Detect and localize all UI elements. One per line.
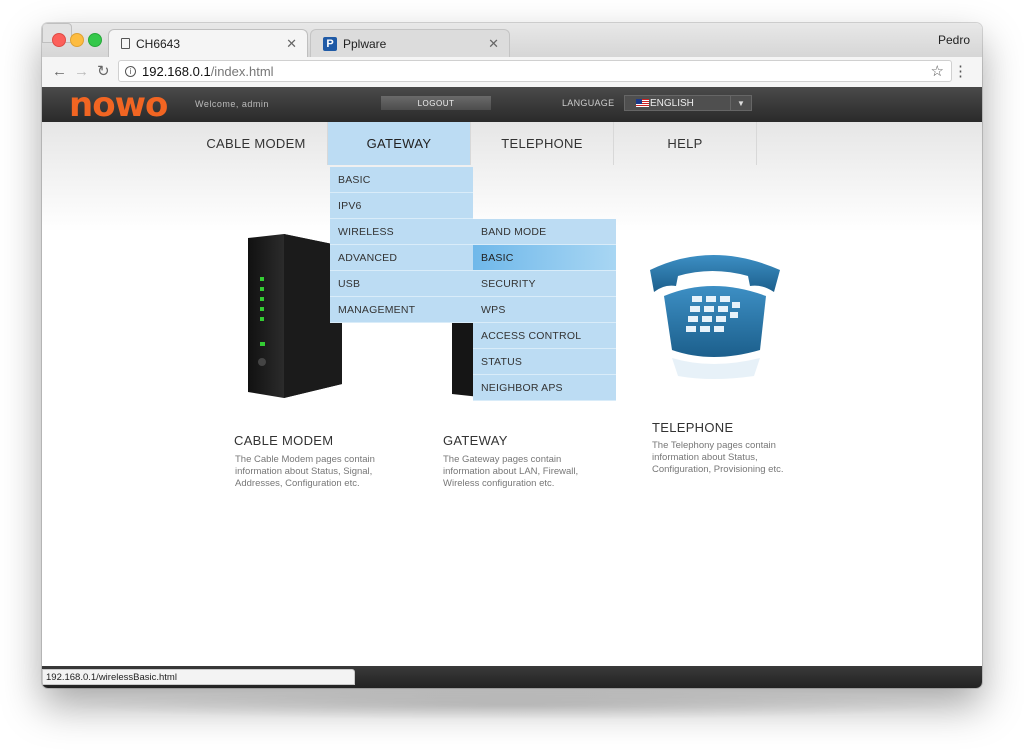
menu-cable-modem[interactable]: CABLE MODEM bbox=[185, 122, 328, 165]
cable-modem-title[interactable]: CABLE MODEM bbox=[234, 433, 333, 448]
profile-name[interactable]: Pedro bbox=[938, 33, 970, 47]
menu-kebab-icon[interactable]: ⋮ bbox=[953, 62, 968, 80]
minimize-window-button[interactable] bbox=[70, 33, 84, 47]
telephone-image bbox=[650, 255, 780, 379]
tab-pplware[interactable]: P Pplware ✕ bbox=[310, 29, 510, 57]
router-header: nowo Welcome, admin LOGOUT LANGUAGE ENGL… bbox=[42, 85, 982, 125]
chevron-down-icon[interactable]: ▼ bbox=[730, 96, 751, 110]
wireless-access-control-item[interactable]: ACCESS CONTROL bbox=[473, 323, 616, 349]
welcome-text: Welcome, admin bbox=[195, 99, 269, 109]
browser-window: CH6643 ✕ P Pplware ✕ Pedro ← → ↻ i 192.1… bbox=[42, 23, 982, 688]
browser-toolbar: ← → ↻ i 192.168.0.1 /index.html ☆ ⋮ bbox=[42, 57, 982, 88]
window-shadow bbox=[60, 690, 964, 720]
wireless-status-item[interactable]: STATUS bbox=[473, 349, 616, 375]
close-window-button[interactable] bbox=[52, 33, 66, 47]
gateway-dropdown: BASIC IPV6 WIRELESS ADVANCED USB MANAGEM… bbox=[330, 167, 473, 323]
zoom-window-button[interactable] bbox=[88, 33, 102, 47]
nowo-logo: nowo bbox=[69, 85, 168, 125]
reload-icon[interactable]: ↻ bbox=[97, 62, 110, 80]
gateway-description: The Gateway pages contain information ab… bbox=[443, 454, 579, 489]
gateway-basic-item[interactable]: BASIC bbox=[330, 167, 473, 193]
cable-modem-description: The Cable Modem pages contain informatio… bbox=[235, 454, 375, 489]
telephone-title[interactable]: TELEPHONE bbox=[652, 420, 733, 435]
tab-close-icon[interactable]: ✕ bbox=[484, 36, 499, 52]
tab-close-icon[interactable]: ✕ bbox=[282, 36, 297, 52]
address-bar[interactable]: i 192.168.0.1 /index.html bbox=[118, 60, 952, 82]
logout-button[interactable]: LOGOUT bbox=[381, 96, 491, 110]
main-menu: CABLE MODEM GATEWAY TELEPHONE HELP bbox=[185, 122, 757, 165]
tab-ch6643[interactable]: CH6643 ✕ bbox=[108, 29, 308, 57]
gateway-wireless-item[interactable]: WIRELESS bbox=[330, 219, 473, 245]
language-label: LANGUAGE bbox=[562, 98, 615, 108]
wireless-basic-item[interactable]: BASIC bbox=[473, 245, 616, 271]
bookmark-star-icon[interactable]: ☆ bbox=[931, 62, 944, 80]
gateway-ipv6-item[interactable]: IPV6 bbox=[330, 193, 473, 219]
gateway-advanced-item[interactable]: ADVANCED bbox=[330, 245, 473, 271]
wireless-wps-item[interactable]: WPS bbox=[473, 297, 616, 323]
wireless-security-item[interactable]: SECURITY bbox=[473, 271, 616, 297]
forward-arrow-icon[interactable]: → bbox=[74, 63, 89, 80]
menu-help[interactable]: HELP bbox=[614, 122, 757, 165]
info-icon[interactable]: i bbox=[125, 65, 136, 77]
page-icon bbox=[121, 38, 130, 49]
gateway-management-item[interactable]: MANAGEMENT bbox=[330, 297, 473, 323]
tab-strip: CH6643 ✕ P Pplware ✕ Pedro bbox=[42, 23, 982, 57]
url-host: 192.168.0.1 bbox=[142, 63, 211, 79]
tab-title: CH6643 bbox=[136, 36, 181, 51]
tab-title: Pplware bbox=[343, 36, 387, 51]
language-value: ENGLISH bbox=[650, 97, 694, 109]
pplware-icon: P bbox=[323, 36, 337, 51]
wireless-band-mode-item[interactable]: BAND MODE bbox=[473, 219, 616, 245]
gateway-title[interactable]: GATEWAY bbox=[443, 433, 508, 448]
url-path: /index.html bbox=[210, 63, 274, 79]
menu-gateway[interactable]: GATEWAY bbox=[328, 122, 471, 165]
wireless-neighbor-aps-item[interactable]: NEIGHBOR APS bbox=[473, 375, 616, 401]
back-arrow-icon[interactable]: ← bbox=[52, 63, 67, 80]
us-flag-icon bbox=[636, 99, 649, 107]
status-url-bubble: 192.168.0.1/wirelessBasic.html bbox=[42, 669, 355, 685]
telephone-description: The Telephony pages contain information … bbox=[652, 440, 784, 475]
gateway-usb-item[interactable]: USB bbox=[330, 271, 473, 297]
wireless-submenu: BAND MODE BASIC SECURITY WPS ACCESS CONT… bbox=[473, 219, 616, 401]
menu-telephone[interactable]: TELEPHONE bbox=[471, 122, 614, 165]
language-select[interactable]: ENGLISH ▼ bbox=[624, 95, 752, 111]
main-content: CABLE MODEM The Cable Modem pages contai… bbox=[42, 122, 982, 666]
